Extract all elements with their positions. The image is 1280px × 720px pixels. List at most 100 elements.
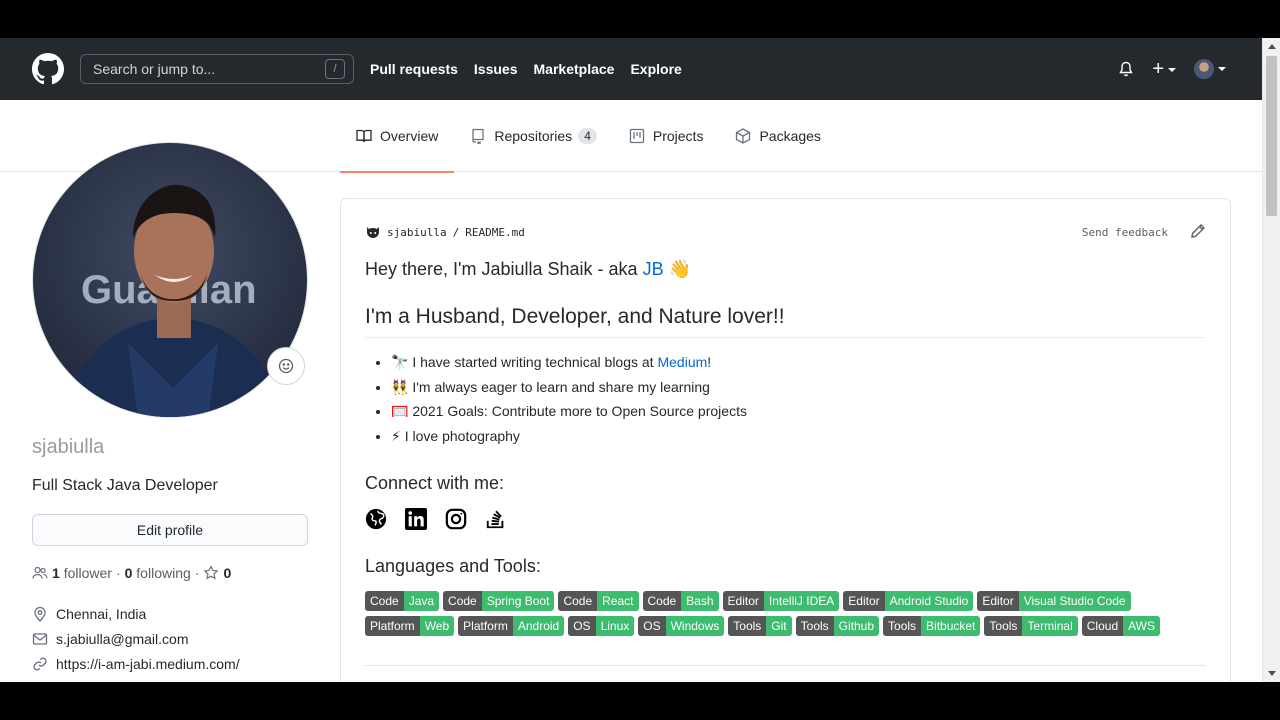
greeting-text: Hey there, I'm Jabiulla Shaik - aka bbox=[365, 259, 638, 279]
header-actions: + bbox=[1118, 38, 1226, 100]
readme-list: 🔭 I have started writing technical blogs… bbox=[373, 354, 747, 452]
nav-pull-requests[interactable]: Pull requests bbox=[370, 61, 458, 77]
package-icon bbox=[736, 128, 751, 144]
scroll-up-icon[interactable] bbox=[1268, 44, 1276, 49]
location-text: Chennai, India bbox=[56, 606, 147, 622]
badge-key: Tools bbox=[984, 616, 1023, 636]
following-link[interactable]: 0 following bbox=[125, 565, 191, 581]
tab-packages[interactable]: Packages bbox=[719, 100, 836, 172]
plus-icon: + bbox=[1152, 58, 1164, 80]
website-link[interactable]: https://i-am-jabi.medium.com/ bbox=[56, 656, 240, 672]
edit-profile-button[interactable]: Edit profile bbox=[32, 514, 308, 546]
tab-label: Packages bbox=[759, 128, 821, 144]
tab-projects[interactable]: Projects bbox=[613, 100, 720, 172]
repo-count-badge: 4 bbox=[578, 128, 597, 144]
stars-count: 0 bbox=[223, 565, 232, 581]
pencil-icon[interactable] bbox=[1190, 223, 1206, 239]
greeting-link[interactable]: JB bbox=[643, 259, 664, 279]
list-item: 🔭 I have started writing technical blogs… bbox=[391, 354, 747, 379]
tab-repositories[interactable]: Repositories 4 bbox=[454, 100, 613, 172]
badge: Editor Android Studio bbox=[843, 591, 974, 611]
readme-owner[interactable]: sjabiulla bbox=[387, 226, 447, 239]
email-link[interactable]: s.jabiulla@gmail.com bbox=[56, 631, 188, 647]
tab-overview[interactable]: Overview bbox=[340, 100, 455, 173]
followers-label: follower bbox=[63, 565, 112, 581]
badge-key: Platform bbox=[365, 616, 420, 636]
social-links bbox=[365, 508, 507, 530]
badge-value: IntelliJ IDEA bbox=[763, 591, 840, 611]
badge-value: React bbox=[597, 591, 639, 611]
badge: Cloud AWS bbox=[1081, 616, 1161, 636]
set-status-button[interactable] bbox=[267, 347, 305, 385]
badge-key: OS bbox=[568, 616, 596, 636]
send-feedback-link[interactable]: Send feedback bbox=[1082, 226, 1168, 239]
stackoverflow-icon[interactable] bbox=[485, 508, 507, 530]
browser-viewport: Search or jump to... / Pull requests Iss… bbox=[0, 38, 1280, 682]
readme-heading: I'm a Husband, Developer, and Nature lov… bbox=[365, 305, 1206, 338]
scroll-down-icon[interactable] bbox=[1268, 671, 1276, 676]
readme-divider bbox=[365, 665, 1206, 666]
location-icon bbox=[34, 606, 46, 622]
bell-icon[interactable] bbox=[1118, 61, 1134, 77]
badge-key: Code bbox=[642, 591, 682, 611]
list-item-text: I love photography bbox=[404, 427, 520, 444]
medium-link[interactable]: Medium bbox=[657, 354, 707, 370]
project-icon bbox=[629, 128, 645, 144]
instagram-icon[interactable] bbox=[445, 508, 467, 530]
tab-label: Projects bbox=[652, 128, 704, 144]
badge-key: Code bbox=[365, 591, 404, 611]
badge: Code Bash bbox=[642, 591, 719, 611]
profile-readme: sjabiulla / README.md Send feedback Hey … bbox=[340, 198, 1231, 682]
separator: · bbox=[115, 565, 121, 581]
page-scrollbar[interactable] bbox=[1262, 38, 1280, 682]
badge-value: Terminal bbox=[1022, 616, 1078, 636]
badge-value: Visual Studio Code bbox=[1018, 591, 1131, 611]
badge: Code Java bbox=[365, 591, 440, 611]
badge: Code Spring Boot bbox=[443, 591, 555, 611]
search-shortcut-key: / bbox=[325, 59, 345, 79]
global-header: Search or jump to... / Pull requests Iss… bbox=[0, 38, 1262, 100]
repo-icon bbox=[472, 128, 485, 144]
search-input[interactable]: Search or jump to... / bbox=[80, 54, 354, 84]
followers-link[interactable]: 1 follower bbox=[52, 565, 112, 581]
list-item: 👯 I'm always eager to learn and share my… bbox=[391, 379, 747, 404]
badge-key: Code bbox=[443, 591, 482, 611]
tools-badges: Code Java Code Spring Boot Code React Code B… bbox=[365, 591, 1215, 636]
badge: Tools Github bbox=[795, 616, 880, 636]
github-logo-icon[interactable] bbox=[32, 53, 64, 85]
stars-link[interactable]: 0 bbox=[203, 565, 231, 581]
book-icon bbox=[356, 129, 372, 143]
badge: Tools Git bbox=[728, 616, 792, 636]
follow-stats: 1 follower · 0 following · 0 bbox=[32, 565, 231, 581]
badge-key: OS bbox=[638, 616, 666, 636]
nav-issues[interactable]: Issues bbox=[474, 61, 518, 77]
nav-explore[interactable]: Explore bbox=[630, 61, 681, 77]
goal-emoji: 🥅 bbox=[391, 403, 409, 419]
linkedin-icon[interactable] bbox=[405, 508, 427, 530]
profile-avatar-large[interactable]: Guardian bbox=[32, 142, 308, 418]
globe-icon[interactable] bbox=[365, 508, 387, 530]
create-new-button[interactable]: + bbox=[1152, 59, 1176, 79]
avatar bbox=[1194, 59, 1214, 79]
octocat-icon bbox=[367, 227, 379, 238]
badge-value: Android bbox=[512, 616, 565, 636]
profile-photo: Guardian bbox=[33, 143, 307, 417]
user-menu-button[interactable] bbox=[1194, 59, 1226, 79]
badge-key: Tools bbox=[883, 616, 922, 636]
badge-value: Windows bbox=[665, 616, 725, 636]
scrollbar-thumb[interactable] bbox=[1266, 56, 1277, 216]
list-item-text: I have started writing technical blogs a… bbox=[412, 354, 654, 370]
separator: · bbox=[194, 565, 200, 581]
badge: Tools Bitbucket bbox=[883, 616, 981, 636]
telescope-emoji: 🔭 bbox=[391, 354, 409, 370]
readme-path: sjabiulla / README.md bbox=[365, 224, 525, 240]
readme-filename[interactable]: README.md bbox=[465, 226, 525, 239]
nav-marketplace[interactable]: Marketplace bbox=[534, 61, 615, 77]
profile-tabs: Overview Repositories 4 Projects Package… bbox=[340, 100, 837, 173]
profile-bio: Full Stack Java Developer bbox=[32, 477, 218, 494]
mail-icon bbox=[32, 633, 48, 645]
badge: OS Linux bbox=[568, 616, 635, 636]
list-item: 🥅 2021 Goals: Contribute more to Open So… bbox=[391, 403, 747, 428]
badge-key: Editor bbox=[843, 591, 885, 611]
badge-value: AWS bbox=[1123, 616, 1161, 636]
